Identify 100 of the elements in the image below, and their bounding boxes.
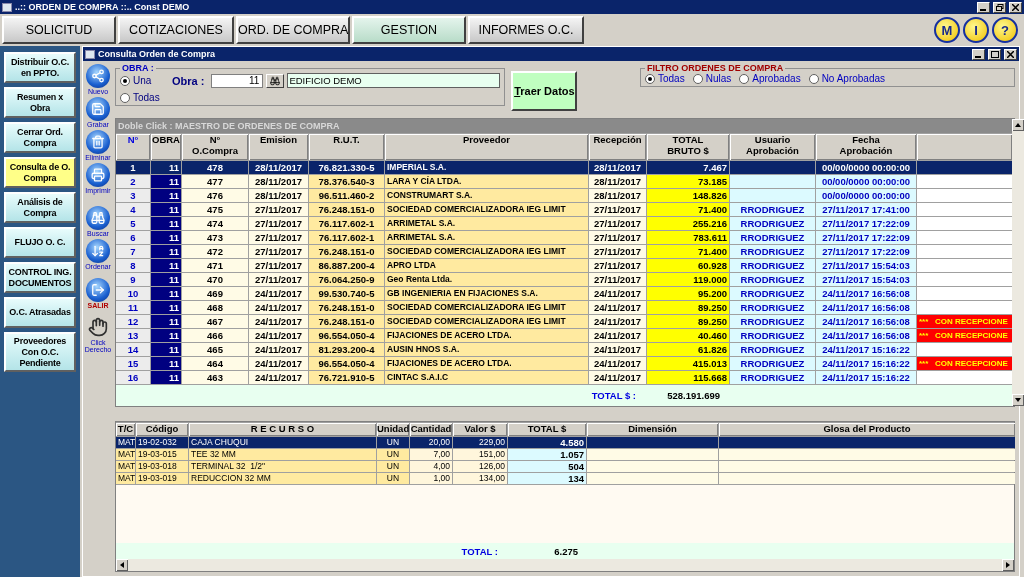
app-icon: [2, 2, 12, 12]
radio-option[interactable]: Aprobadas: [739, 73, 801, 84]
table-cell: 40.460: [647, 329, 729, 342]
column-header[interactable]: Proveedor: [385, 134, 588, 160]
table-cell: 229,00: [453, 437, 507, 448]
table-cell: 7: [116, 245, 150, 258]
search-button[interactable]: [266, 73, 285, 88]
sidebar-button[interactable]: Consulta de O. Compra: [4, 157, 76, 188]
obra-code-field[interactable]: 11: [211, 73, 264, 88]
table-cell: 28/11/2017: [249, 175, 308, 188]
column-header[interactable]: Recepción: [589, 134, 646, 160]
scroll-down-button[interactable]: [1012, 394, 1024, 406]
table-cell: 27/11/2017: [589, 203, 646, 216]
sidebar-button[interactable]: Distribuir O.C. en PPTO.: [4, 52, 76, 83]
table-cell: 24/11/2017: [589, 343, 646, 356]
status-cell: *** CON RECEPCIONE: [917, 357, 1012, 370]
table-cell: 76.248.151-0: [309, 203, 384, 216]
minimize-button[interactable]: [972, 48, 985, 60]
table-cell: RRODRIGUEZ: [730, 203, 815, 216]
table-cell: 1: [116, 161, 150, 174]
table-cell: 27/11/2017: [249, 231, 308, 244]
column-header[interactable]: T/C: [116, 423, 135, 436]
minimize-button[interactable]: [977, 1, 990, 13]
column-header[interactable]: Glosa del Producto: [719, 423, 1015, 436]
vertical-scrollbar[interactable]: [1012, 119, 1024, 406]
column-header[interactable]: N°: [116, 134, 150, 160]
fetch-button[interactable]: Traer Datos: [511, 71, 578, 111]
column-header[interactable]: R.U.T.: [309, 134, 384, 160]
down-arrow-icon: [1015, 397, 1021, 403]
subwindow-title: Consulta Orden de Compra: [98, 49, 216, 59]
sidebar-button[interactable]: Proveedores Con O.C. Pendiente: [4, 332, 76, 373]
restore-button[interactable]: [993, 1, 1006, 13]
table-cell: RRODRIGUEZ: [730, 357, 815, 370]
column-header[interactable]: Valor $: [453, 423, 507, 436]
table-cell: 76.117.602-1: [309, 231, 384, 244]
radio-option[interactable]: Todas: [645, 73, 685, 84]
sidebar-button[interactable]: FLUJO O. C.: [4, 227, 76, 258]
obra-name-field[interactable]: EDIFICIO DEMO: [287, 73, 501, 88]
column-header[interactable]: Código: [136, 423, 188, 436]
table-cell: 28/11/2017: [249, 161, 308, 174]
menu-tab[interactable]: GESTION: [352, 16, 466, 44]
close-button[interactable]: [1004, 48, 1017, 60]
column-header[interactable]: TOTAL $: [508, 423, 586, 436]
save-icon: [86, 97, 110, 121]
table-cell: 27/11/2017 17:22:09: [816, 217, 916, 230]
column-header[interactable]: Unidad: [377, 423, 409, 436]
round-button[interactable]: M: [934, 17, 960, 43]
column-header[interactable]: Emision: [249, 134, 308, 160]
menu-tab[interactable]: COTIZACIONES: [118, 16, 234, 44]
table-cell: 465: [182, 343, 248, 356]
column-header[interactable]: TOTAL BRUTO $: [647, 134, 729, 160]
radio-option[interactable]: Una: [120, 75, 172, 86]
table-caption: Doble Click : MAESTRO DE ORDENES DE COMPRA: [116, 119, 1012, 133]
round-button[interactable]: ?: [992, 17, 1018, 43]
column-header[interactable]: R E C U R S O: [189, 423, 376, 436]
table-cell: 81.293.200-4: [309, 343, 384, 356]
menu-tab[interactable]: INFORMES O.C.: [468, 16, 584, 44]
column-header[interactable]: Usuario Aprobación: [730, 134, 815, 160]
table-cell: 475: [182, 203, 248, 216]
scroll-left-button[interactable]: [116, 559, 128, 571]
radio-option[interactable]: Todas: [120, 92, 172, 103]
close-button[interactable]: [1009, 1, 1022, 13]
printer-icon: [86, 163, 110, 187]
table-cell: 27/11/2017: [589, 245, 646, 258]
menu-tab[interactable]: SOLICITUD: [2, 16, 116, 44]
column-header[interactable]: N° O.Compra: [182, 134, 248, 160]
sidebar-button[interactable]: Resumen x Obra: [4, 87, 76, 118]
scroll-up-button[interactable]: [1012, 119, 1024, 131]
table-cell: 24/11/2017: [249, 371, 308, 384]
table-cell: RRODRIGUEZ: [730, 343, 815, 356]
column-header[interactable]: Dimensión: [587, 423, 718, 436]
sidebar-button[interactable]: CONTROL ING. DOCUMENTOS: [4, 262, 76, 293]
horizontal-scrollbar[interactable]: [116, 559, 1014, 571]
left-arrow-icon: [119, 562, 125, 568]
sidebar-button[interactable]: O.C. Atrasadas: [4, 297, 76, 328]
group-title: OBRA :: [121, 63, 155, 73]
round-button[interactable]: I: [963, 17, 989, 43]
table-cell: 11: [151, 287, 181, 300]
window-title: ..:: ORDEN DE COMPRA ::.. Const DEMO: [15, 2, 191, 12]
table-cell: 472: [182, 245, 248, 258]
sidebar-button[interactable]: Cerrar Ord. Compra: [4, 122, 76, 153]
column-header[interactable]: OBRA: [151, 134, 181, 160]
table-cell: SOCIEDAD COMERCIALIZADORA IEG LIMIT: [385, 203, 588, 216]
radio-option[interactable]: Nulas: [692, 73, 732, 84]
table-cell: 27/11/2017: [589, 273, 646, 286]
table-cell: 119.000: [647, 273, 729, 286]
radio-option[interactable]: No Aprobadas: [808, 73, 886, 84]
table-cell: 19-03-018: [136, 461, 188, 472]
menu-tab[interactable]: ORD. DE COMPRA: [236, 16, 350, 44]
column-header[interactable]: Fecha Aprobación: [816, 134, 916, 160]
table-cell: 115.668: [647, 371, 729, 384]
maximize-button[interactable]: [988, 48, 1001, 60]
scroll-right-button[interactable]: [1002, 559, 1014, 571]
table-cell: 96.554.050-4: [309, 357, 384, 370]
table-cell: 5: [116, 217, 150, 230]
column-header[interactable]: Cantidad: [410, 423, 452, 436]
sidebar-button[interactable]: Análisis de Compra: [4, 192, 76, 223]
table-cell: FIJACIONES DE ACERO LTDA.: [385, 329, 588, 342]
table-cell: 89.250: [647, 315, 729, 328]
table-cell: 11: [151, 301, 181, 314]
